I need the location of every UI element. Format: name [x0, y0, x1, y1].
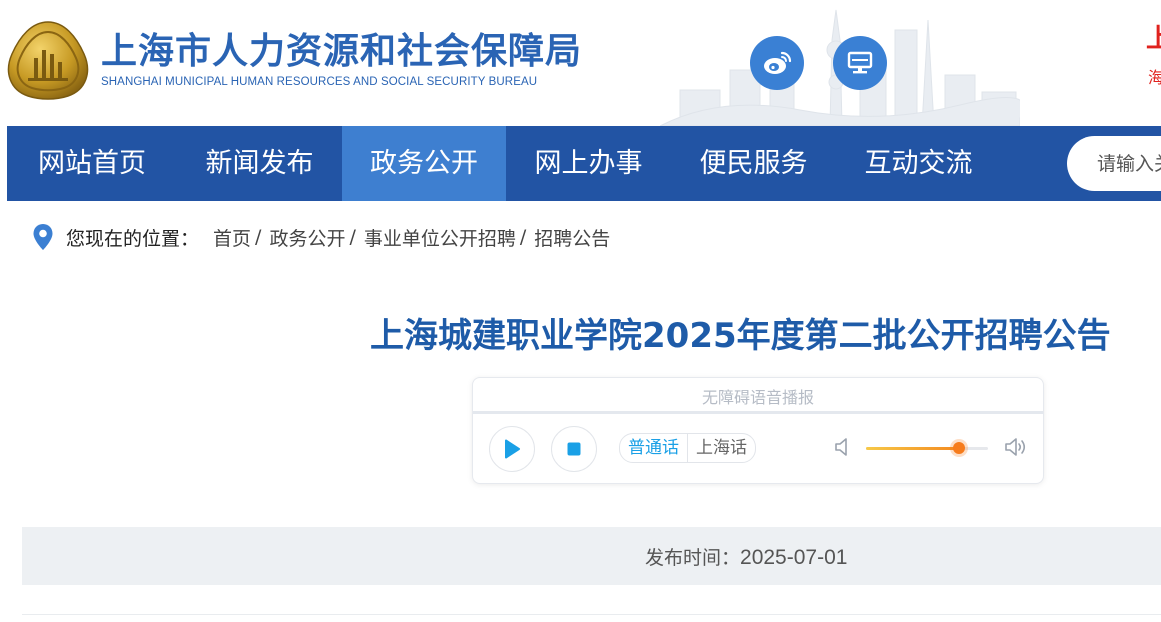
- content-divider: [22, 614, 1161, 615]
- desktop-button[interactable]: [833, 36, 887, 90]
- bureau-emblem-logo: [7, 21, 89, 100]
- language-option-mandarin[interactable]: 普通话: [620, 434, 687, 462]
- language-option-shanghainese[interactable]: 上海话: [687, 434, 755, 462]
- play-button[interactable]: [489, 426, 535, 472]
- main-nav: 网站首页 新闻发布 政务公开 网上办事 便民服务 互动交流: [7, 126, 1161, 201]
- stop-button[interactable]: [551, 426, 597, 472]
- breadcrumb-separator: /: [349, 226, 356, 248]
- nav-item-public-services[interactable]: 便民服务: [671, 126, 836, 201]
- search-input[interactable]: [1067, 136, 1161, 191]
- breadcrumb-item-government-affairs[interactable]: 政务公开: [269, 224, 345, 251]
- stop-icon: [567, 442, 581, 456]
- audio-player-title: 无障碍语音播报: [701, 388, 814, 407]
- language-toggle: 普通话 上海话: [619, 433, 756, 463]
- volume-low-icon[interactable]: [833, 436, 855, 458]
- nav-item-interaction[interactable]: 互动交流: [836, 126, 1001, 201]
- accessibility-audio-player: 无障碍语音播报 普通话 上海话: [472, 377, 1044, 484]
- site-title-chinese: 上海市人力资源和社会保障局: [101, 31, 583, 72]
- location-pin-icon: [33, 224, 53, 250]
- volume-slider[interactable]: [866, 442, 988, 454]
- nav-item-government-affairs[interactable]: 政务公开: [342, 126, 506, 201]
- publish-time-label: 发布时间：: [645, 547, 741, 569]
- audio-progress-bar[interactable]: [473, 411, 1043, 414]
- breadcrumb-separator: /: [519, 226, 527, 248]
- nav-item-home[interactable]: 网站首页: [7, 126, 177, 201]
- breadcrumb-label: 您现在的位置：: [66, 227, 200, 250]
- site-header: 上海市人力资源和社会保障局 SHANGHAI MUNICIPAL HUMAN R…: [0, 0, 1161, 126]
- desktop-monitor-icon: [847, 51, 873, 74]
- volume-slider-fill: [866, 447, 959, 450]
- breadcrumb-separator: /: [255, 226, 262, 248]
- breadcrumb: 您现在的位置： 首页 / 政务公开 / 事业单位公开招聘 / 招聘公告: [32, 222, 610, 252]
- breadcrumb-item-announcements[interactable]: 招聘公告: [534, 224, 610, 251]
- weibo-icon: [764, 51, 792, 74]
- publish-info: 发布时间：2025-07-01: [645, 543, 847, 570]
- corner-text-top: 上: [1146, 24, 1161, 54]
- corner-text-bottom: 海: [1148, 68, 1161, 87]
- weibo-button[interactable]: [750, 36, 804, 90]
- article-meta-bar: 发布时间：2025-07-01: [22, 527, 1161, 585]
- article-title: 上海城建职业学院2025年度第二批公开招聘公告: [370, 316, 1111, 356]
- publish-time-value: 2025-07-01: [740, 546, 848, 569]
- site-title-english: SHANGHAI MUNICIPAL HUMAN RESOURCES AND S…: [101, 76, 538, 88]
- volume-slider-handle[interactable]: [952, 442, 965, 454]
- breadcrumb-item-home[interactable]: 首页: [213, 224, 251, 251]
- volume-high-icon[interactable]: [1003, 436, 1029, 458]
- nav-item-online-services[interactable]: 网上办事: [506, 126, 671, 201]
- nav-item-news[interactable]: 新闻发布: [177, 126, 342, 201]
- play-icon: [505, 439, 520, 459]
- breadcrumb-item-recruitment[interactable]: 事业单位公开招聘: [364, 224, 516, 251]
